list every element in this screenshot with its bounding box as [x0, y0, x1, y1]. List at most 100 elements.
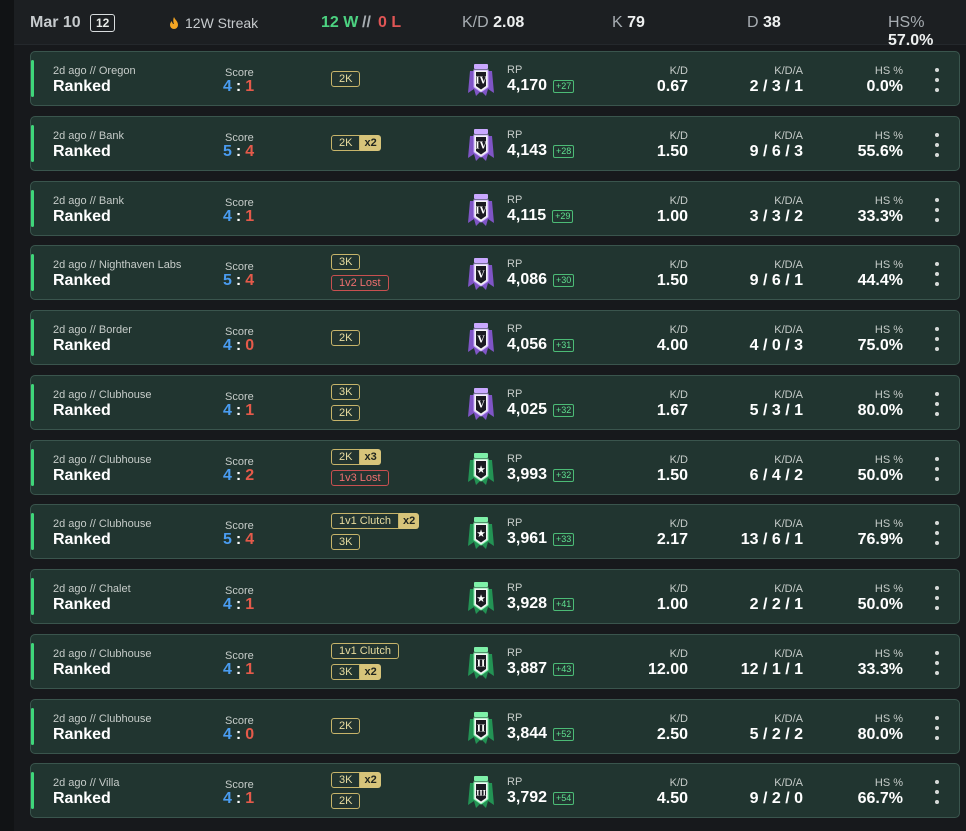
- session-date: Mar 10: [30, 14, 81, 31]
- more-options-icon[interactable]: [933, 327, 941, 351]
- team-score: 4: [223, 401, 232, 419]
- match-row[interactable]: 2d ago // Nighthaven Labs Ranked Score 5:4 3…: [30, 245, 960, 301]
- rank-tier-label: II: [477, 724, 485, 734]
- kda-value: 6 / 4 / 2: [749, 466, 803, 484]
- match-row[interactable]: 2d ago // Clubhouse Ranked Score 5:4 1v1 Clu…: [30, 504, 960, 560]
- more-options-dot: [935, 411, 939, 416]
- kd-value: 1.50: [656, 142, 688, 160]
- more-options-icon[interactable]: [933, 197, 941, 222]
- emerald-rank-icon: ★: [467, 452, 495, 486]
- kda-label: K/D/A: [774, 647, 803, 660]
- more-options-dot: [935, 715, 939, 720]
- match-row[interactable]: 2d ago // Bank Ranked Score 4:1 IV RP 4,115 +29…: [30, 180, 960, 236]
- badge-text: 2K: [331, 329, 361, 346]
- match-row[interactable]: 2d ago // Oregon Ranked Score 4:1 2K IV RP 4,17…: [30, 51, 960, 106]
- headshot-value: 33.3%: [857, 207, 903, 225]
- headshot-label: HS %: [874, 388, 903, 401]
- losses-count: 0 L: [378, 14, 402, 31]
- headshot-label: HS %: [874, 583, 903, 595]
- rp-label: RP: [507, 128, 523, 141]
- match-time-map: 2d ago // Chalet: [53, 583, 131, 595]
- match-row[interactable]: 2d ago // Villa Ranked Score 4:1 3K x2 2K III RP…: [30, 763, 960, 819]
- win-indicator-bar: [31, 642, 34, 680]
- headshot-value: 50.0%: [857, 466, 903, 484]
- win-indicator-bar: [31, 707, 34, 745]
- match-time-map: 2d ago // Clubhouse: [53, 453, 152, 466]
- more-options-icon[interactable]: [933, 650, 941, 675]
- score-colon: :: [235, 466, 242, 484]
- more-options-dot: [935, 606, 939, 610]
- match-time-map: 2d ago // Bank: [53, 129, 124, 142]
- match-mode: Ranked: [53, 142, 111, 160]
- match-row[interactable]: 2d ago // Clubhouse Ranked Score 4:1 3K 2K V RP…: [30, 374, 960, 430]
- headshot-value: 44.4%: [857, 272, 903, 290]
- session-kd-label: K/D: [462, 14, 489, 31]
- more-options-icon[interactable]: [933, 132, 941, 157]
- kd-label: K/D: [669, 194, 688, 207]
- more-options-icon[interactable]: [933, 521, 941, 546]
- team-score: 4: [223, 790, 232, 808]
- more-options-dot: [935, 262, 939, 267]
- rank-points: 4,056: [507, 336, 548, 353]
- rp-gain-badge: +52: [553, 727, 575, 741]
- match-row[interactable]: 2d ago // Clubhouse Ranked Score 4:2 2K x3 1v3…: [30, 439, 960, 495]
- match-row[interactable]: 2d ago // Chalet Ranked Score 4:1 ★ RP 3,928 +4…: [30, 569, 960, 624]
- emerald-rank-icon: ★: [467, 581, 495, 615]
- more-options-icon[interactable]: [933, 456, 941, 481]
- score-colon: :: [235, 725, 242, 743]
- score-colon: :: [235, 78, 242, 95]
- more-options-dot: [935, 476, 939, 481]
- kda-value: 3 / 3 / 2: [749, 207, 803, 225]
- match-row[interactable]: 2d ago // Clubhouse Ranked Score 4:1 1v1 Clu…: [30, 633, 960, 689]
- match-row[interactable]: 2d ago // Clubhouse Ranked Score 4:0 2K II RP 3…: [30, 698, 960, 754]
- match-mode: Ranked: [53, 531, 111, 549]
- headshot-value: 80.0%: [857, 725, 903, 743]
- highlight-badges: 1v1 Clutch x2 3K: [331, 507, 420, 556]
- badge-text: 3K: [331, 534, 361, 551]
- amethyst-rank-icon: V: [467, 322, 495, 356]
- highlight-badges: 2K x3 1v3 Lost: [331, 443, 389, 492]
- win-indicator-bar: [31, 319, 34, 356]
- session-kd-value: 2.08: [493, 14, 525, 31]
- highlight-badge: 2K: [331, 718, 361, 734]
- score-colon: :: [235, 272, 242, 290]
- score-colon: :: [235, 337, 242, 354]
- kd-label: K/D: [669, 65, 688, 77]
- more-options-icon[interactable]: [933, 68, 941, 92]
- more-options-dot: [935, 456, 939, 461]
- highlight-badges: 2K x2: [331, 119, 381, 168]
- match-score: 5:4: [223, 143, 254, 161]
- more-options-icon[interactable]: [933, 262, 941, 287]
- more-options-icon[interactable]: [933, 391, 941, 416]
- more-options-icon[interactable]: [933, 586, 941, 610]
- rank-points: 3,887: [507, 659, 548, 677]
- more-options-icon[interactable]: [933, 780, 941, 805]
- rp-gain-badge: +43: [553, 662, 575, 676]
- match-score: 4:1: [223, 402, 254, 420]
- kda-label: K/D/A: [774, 453, 803, 466]
- rank-points: 3,993: [507, 465, 548, 483]
- kd-value: 0.67: [656, 78, 688, 95]
- win-indicator-bar: [31, 578, 34, 615]
- match-row[interactable]: 2d ago // Border Ranked Score 4:0 2K V RP 4,056…: [30, 310, 960, 365]
- more-options-icon[interactable]: [933, 715, 941, 740]
- enemy-score: 4: [245, 531, 255, 549]
- match-mode: Ranked: [53, 596, 111, 613]
- rp-gain-badge: +32: [553, 468, 575, 482]
- highlight-badges: 2K: [331, 702, 361, 751]
- clutch-lost-badge: 1v3 Lost: [331, 469, 389, 486]
- kd-value: 2.17: [656, 531, 688, 549]
- kd-label: K/D: [669, 324, 688, 336]
- score-colon: :: [235, 596, 242, 613]
- match-score: 4:1: [223, 661, 254, 679]
- kd-value: 1.00: [656, 207, 688, 225]
- team-score: 4: [223, 466, 232, 484]
- badge-multiplier: x3: [360, 448, 381, 465]
- match-row[interactable]: 2d ago // Bank Ranked Score 5:4 2K x2 IV RP 4,14…: [30, 115, 960, 171]
- badge-multiplier: x2: [360, 772, 381, 789]
- match-score: 5:4: [223, 272, 254, 290]
- score-colon: :: [235, 142, 242, 160]
- amethyst-rank-icon: IV: [467, 128, 495, 162]
- rank-points: 3,844: [507, 724, 548, 742]
- kd-value: 1.67: [656, 401, 688, 419]
